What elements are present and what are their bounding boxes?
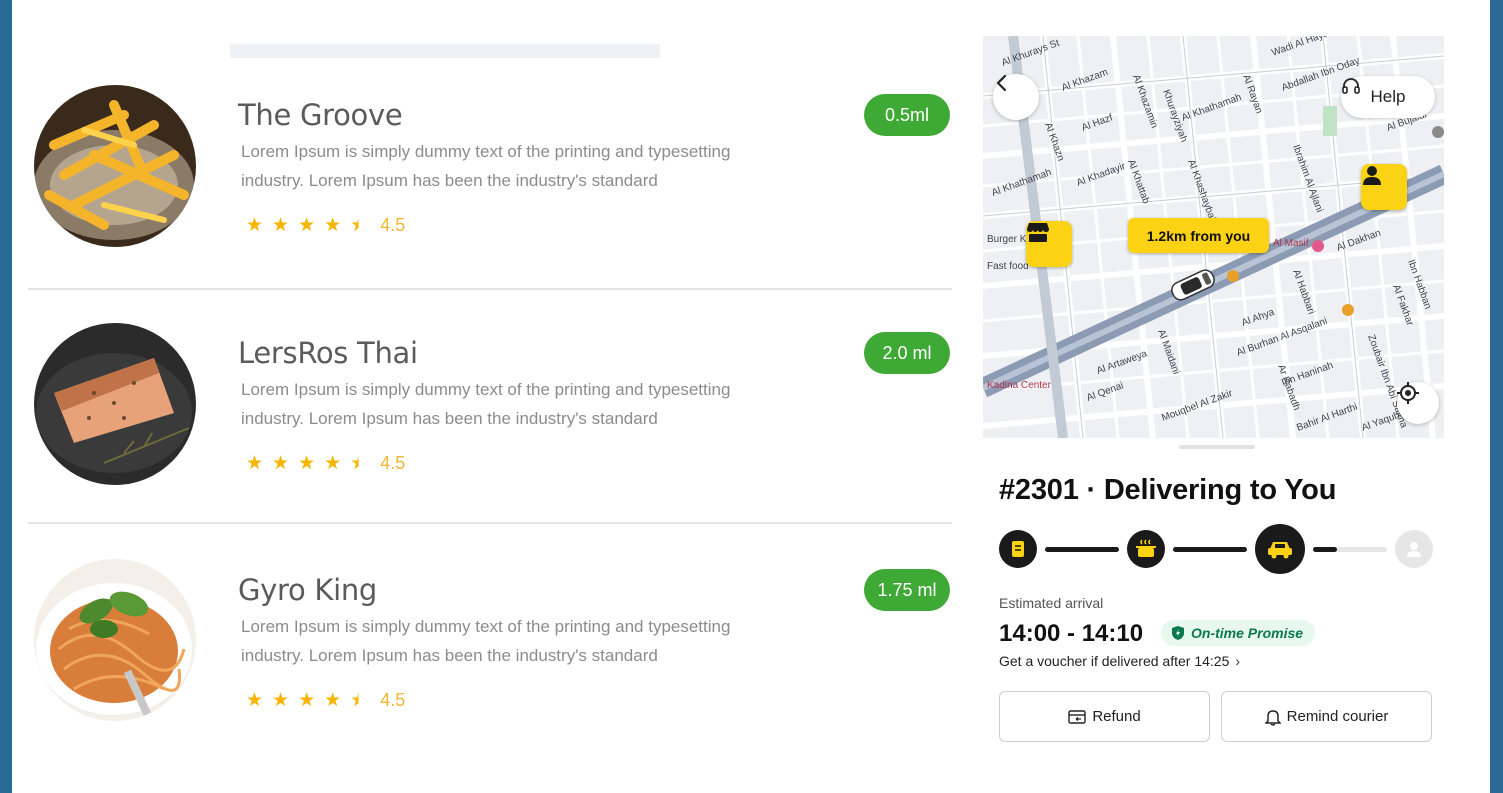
bell-icon bbox=[1264, 709, 1281, 726]
row-divider bbox=[28, 522, 952, 524]
restaurant-card[interactable]: The Groove Lorem Ipsum is simply dummy t… bbox=[28, 60, 952, 296]
rating-value: 4.5 bbox=[380, 215, 406, 235]
progress-segment-partial bbox=[1313, 547, 1387, 552]
svg-text:Kadina Center: Kadina Center bbox=[987, 380, 1052, 391]
restaurant-name: The Groove bbox=[238, 98, 403, 132]
restaurant-description: Lorem Ipsum is simply dummy text of the … bbox=[241, 612, 801, 670]
delivery-progress bbox=[999, 524, 1439, 576]
restaurant-marker[interactable] bbox=[1026, 221, 1072, 267]
help-button[interactable]: Help bbox=[1341, 76, 1435, 118]
rating-value: 4.5 bbox=[380, 453, 406, 473]
star-icon: ★ bbox=[298, 690, 316, 711]
step-delivered bbox=[1395, 530, 1433, 568]
star-icon: ★ bbox=[298, 453, 316, 474]
delivery-panel: Al Khurays St Al Khazam Al Khazamin Khur… bbox=[983, 36, 1444, 768]
description-line: industry. Lorem Ipsum has been the indus… bbox=[241, 646, 658, 665]
restaurant-image-spaghetti bbox=[34, 559, 196, 721]
remind-courier-button[interactable]: Remind courier bbox=[1221, 691, 1432, 742]
restaurant-name: LersRos Thai bbox=[238, 336, 418, 370]
star-icon: ★ bbox=[246, 690, 264, 711]
progress-segment bbox=[1045, 547, 1119, 552]
description-line: industry. Lorem Ipsum has been the indus… bbox=[241, 409, 658, 428]
restaurant-description: Lorem Ipsum is simply dummy text of the … bbox=[241, 137, 801, 195]
crosshair-icon bbox=[1397, 382, 1419, 404]
restaurant-name: Gyro King bbox=[238, 573, 378, 607]
half-star-icon: ★ bbox=[350, 690, 368, 711]
shield-bolt-icon bbox=[1172, 626, 1184, 640]
star-icon: ★ bbox=[324, 690, 342, 711]
customer-marker[interactable] bbox=[1361, 164, 1407, 210]
star-icon: ★ bbox=[298, 215, 316, 236]
delivery-map[interactable]: Al Khurays St Al Khazam Al Khazamin Khur… bbox=[983, 36, 1444, 438]
on-time-promise-badge[interactable]: On-time Promise bbox=[1161, 620, 1316, 646]
voucher-text: Get a voucher if delivered after 14:25 bbox=[999, 653, 1230, 669]
row-divider bbox=[28, 288, 952, 290]
sheet-drag-handle[interactable] bbox=[1179, 445, 1255, 449]
progress-segment bbox=[1173, 547, 1247, 552]
order-title: #2301 · Delivering to You bbox=[999, 474, 1337, 506]
star-icon: ★ bbox=[272, 453, 290, 474]
car-icon bbox=[1268, 542, 1292, 559]
promise-label: On-time Promise bbox=[1191, 625, 1304, 641]
description-line: Lorem Ipsum is simply dummy text of the … bbox=[241, 380, 731, 399]
restaurant-list: The Groove Lorem Ipsum is simply dummy t… bbox=[28, 60, 952, 768]
eta-time: 14:00 - 14:10 bbox=[999, 620, 1144, 647]
half-star-icon: ★ bbox=[350, 453, 368, 474]
rating: ★ ★ ★ ★ ★ 4.5 bbox=[246, 215, 405, 236]
distance-badge: 1.75 ml bbox=[864, 569, 950, 611]
rating-value: 4.5 bbox=[380, 690, 406, 710]
receipt-icon bbox=[1012, 541, 1024, 557]
back-button[interactable] bbox=[993, 74, 1039, 120]
svg-text:Al Masif: Al Masif bbox=[1273, 238, 1309, 249]
star-icon: ★ bbox=[246, 453, 264, 474]
restaurant-image-salmon bbox=[34, 323, 196, 485]
step-order-placed bbox=[999, 530, 1037, 568]
voucher-link[interactable]: Get a voucher if delivered after 14:25 › bbox=[999, 653, 1240, 669]
star-icon: ★ bbox=[246, 215, 264, 236]
eta-label: Estimated arrival bbox=[999, 595, 1104, 611]
refund-label: Refund bbox=[1092, 708, 1141, 725]
chevron-right-icon: › bbox=[1235, 653, 1241, 669]
description-line: Lorem Ipsum is simply dummy text of the … bbox=[241, 142, 731, 161]
courier-car-icon bbox=[1171, 269, 1215, 301]
distance-tag: 1.2km from you bbox=[1128, 218, 1269, 253]
cooking-pot-icon bbox=[1136, 539, 1156, 557]
star-icon: ★ bbox=[272, 215, 290, 236]
person-icon bbox=[1407, 542, 1421, 557]
help-label: Help bbox=[1370, 87, 1406, 106]
star-icon: ★ bbox=[324, 453, 342, 474]
restaurant-card[interactable]: LersRos Thai Lorem Ipsum is simply dummy… bbox=[28, 296, 952, 532]
top-tab-strip bbox=[230, 44, 660, 58]
remind-label: Remind courier bbox=[1286, 708, 1389, 725]
headset-icon bbox=[1342, 78, 1360, 94]
rating: ★ ★ ★ ★ ★ 4.5 bbox=[246, 690, 405, 711]
refund-button[interactable]: Refund bbox=[999, 691, 1210, 742]
restaurant-image-fries bbox=[34, 85, 196, 247]
person-icon bbox=[1363, 166, 1381, 185]
rating: ★ ★ ★ ★ ★ 4.5 bbox=[246, 453, 405, 474]
locate-me-button[interactable] bbox=[1397, 382, 1439, 424]
description-line: Lorem Ipsum is simply dummy text of the … bbox=[241, 617, 731, 636]
progress-segment-fill bbox=[1313, 547, 1338, 552]
refund-icon bbox=[1068, 709, 1087, 724]
distance-badge: 2.0 ml bbox=[864, 332, 950, 374]
star-icon: ★ bbox=[324, 215, 342, 236]
svg-text:Fast food: Fast food bbox=[987, 261, 1029, 272]
description-line: industry. Lorem Ipsum has been the indus… bbox=[241, 171, 658, 190]
star-icon: ★ bbox=[272, 690, 290, 711]
restaurant-card[interactable]: Gyro King Lorem Ipsum is simply dummy te… bbox=[28, 532, 952, 768]
distance-badge: 0.5ml bbox=[864, 94, 950, 136]
step-delivering bbox=[1255, 524, 1305, 574]
chevron-left-icon bbox=[996, 74, 1007, 92]
step-preparing bbox=[1127, 530, 1165, 568]
half-star-icon: ★ bbox=[350, 215, 368, 236]
restaurant-description: Lorem Ipsum is simply dummy text of the … bbox=[241, 375, 801, 433]
store-icon bbox=[1027, 223, 1049, 242]
